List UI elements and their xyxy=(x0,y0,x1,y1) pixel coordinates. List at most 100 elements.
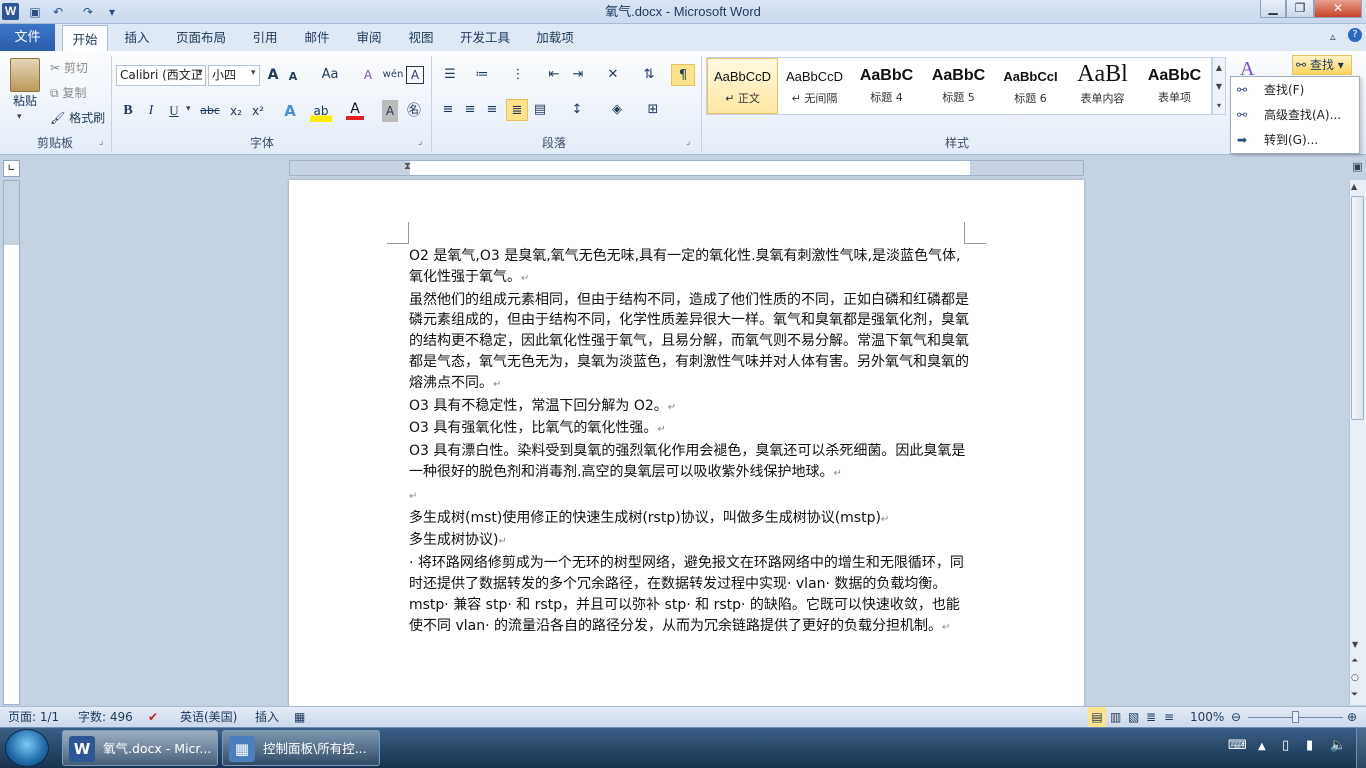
input-method-icon[interactable]: ⌨ xyxy=(1228,738,1247,753)
print-layout-icon[interactable]: ▤ xyxy=(1088,707,1106,728)
tab-view[interactable]: 视图 xyxy=(400,24,442,51)
change-case-button[interactable]: Aa xyxy=(318,64,342,86)
style-form-item[interactable]: AaBbC 表单项 xyxy=(1139,58,1210,114)
borders-button[interactable]: ⊞ xyxy=(640,99,666,121)
style-heading-6[interactable]: AaBbCcI 标题 6 xyxy=(995,58,1066,114)
tab-addins[interactable]: 加载项 xyxy=(528,24,582,51)
text-effects-button[interactable]: A xyxy=(280,100,300,122)
shading-button[interactable]: ◈ xyxy=(604,99,630,121)
bold-button[interactable]: B xyxy=(118,100,138,122)
paragraph-launcher-icon[interactable]: ⌟ xyxy=(686,137,690,147)
start-button-icon[interactable] xyxy=(5,729,49,767)
tab-review[interactable]: 审阅 xyxy=(348,24,390,51)
font-launcher-icon[interactable]: ⌟ xyxy=(418,137,422,147)
zoom-in-icon[interactable]: ⊕ xyxy=(1347,707,1357,728)
scroll-up-icon[interactable]: ▲ xyxy=(1351,182,1357,191)
format-painter-button[interactable]: 🖌 格式刷 xyxy=(50,109,110,127)
word-count[interactable]: 字数: 496 xyxy=(78,707,133,728)
next-page-icon[interactable]: ⏷ xyxy=(1351,690,1358,700)
paragraph[interactable]: O3 具有漂白性。染料受到臭氧的强烈氧化作用会褪色，臭氧还可以杀死细菌。因此臭氧… xyxy=(409,441,969,485)
paragraph[interactable]: O2 是氧气,O3 是臭氧,氧气无色无味,具有一定的氧化性.臭氧有刺激性气味,是… xyxy=(409,246,969,290)
align-left-button[interactable]: ≡ xyxy=(438,99,458,121)
help-icon[interactable]: ? xyxy=(1348,28,1362,42)
tab-page-layout[interactable]: 页面布局 xyxy=(168,24,234,51)
style-form-content[interactable]: AaBl 表单内容 xyxy=(1067,58,1138,114)
taskbar-item-word[interactable]: W 氧气.docx - Micr... xyxy=(62,730,218,766)
paragraph[interactable]: O3 具有不稳定性，常温下回分解为 O2。↵ xyxy=(409,396,969,419)
horizontal-ruler[interactable]: ⧗ xyxy=(289,160,1084,176)
menu-item-advanced-find[interactable]: ⚯ 高级查找(A)... xyxy=(1231,103,1359,128)
paragraph[interactable]: ↵ xyxy=(409,485,969,508)
paragraph[interactable]: 多生成树协议)↵ xyxy=(409,530,969,553)
taskbar-item-control-panel[interactable]: ▦ 控制面板\所有控... xyxy=(222,730,380,766)
volume-icon[interactable]: 🔈 xyxy=(1330,738,1346,753)
find-button[interactable]: ⚯ 查找 ▾ xyxy=(1292,55,1352,75)
pinyin-guide-button[interactable]: wén xyxy=(382,64,404,86)
web-layout-icon[interactable]: ▧ xyxy=(1128,707,1139,728)
chinese-layout-button[interactable]: ✕ xyxy=(600,64,626,86)
scrollbar-thumb[interactable] xyxy=(1351,196,1364,420)
tab-developer[interactable]: 开发工具 xyxy=(452,24,518,51)
justify-button[interactable]: ≣ xyxy=(506,99,528,121)
char-shading-button[interactable]: A xyxy=(382,100,398,122)
previous-page-icon[interactable]: ⏶ xyxy=(1351,656,1358,666)
paste-button[interactable]: 粘贴 xyxy=(6,90,44,112)
italic-button[interactable]: I xyxy=(141,100,161,122)
styles-scroll[interactable]: ▲ ▼ ▾ xyxy=(1212,57,1226,115)
clipboard-launcher-icon[interactable]: ⌟ xyxy=(99,137,103,147)
style-heading-5[interactable]: AaBbC 标题 5 xyxy=(923,58,994,114)
network-icon[interactable]: ▮ xyxy=(1306,738,1313,753)
file-tab[interactable]: 文件 xyxy=(0,24,55,51)
tab-selector-icon[interactable]: ∟ xyxy=(3,160,20,177)
minimize-button[interactable]: ▁ xyxy=(1260,0,1286,18)
zoom-out-icon[interactable]: ⊖ xyxy=(1231,707,1241,728)
sort-button[interactable]: ⇅ xyxy=(638,64,660,86)
indent-marker-icon[interactable]: ⧗ xyxy=(404,161,411,172)
language-indicator[interactable]: 英语(美国) xyxy=(180,707,237,728)
strikethrough-button[interactable]: abc xyxy=(198,100,222,122)
distributed-button[interactable]: ▤ xyxy=(530,99,550,121)
style-heading-4[interactable]: AaBbC 标题 4 xyxy=(851,58,922,114)
style-no-spacing[interactable]: AaBbCcD ↵ 无间隔 xyxy=(779,58,850,114)
tab-mailings[interactable]: 邮件 xyxy=(296,24,338,51)
align-center-button[interactable]: ≡ xyxy=(460,99,480,121)
tab-insert[interactable]: 插入 xyxy=(116,24,158,51)
subscript-button[interactable]: x₂ xyxy=(226,100,246,122)
maximize-button[interactable]: ❐ xyxy=(1286,0,1314,18)
font-color-button[interactable]: A xyxy=(346,100,364,120)
tab-references[interactable]: 引用 xyxy=(244,24,286,51)
align-right-button[interactable]: ≡ xyxy=(482,99,502,121)
style-normal[interactable]: AaBbCcD ↵ 正文 xyxy=(707,58,778,114)
underline-button[interactable]: U xyxy=(164,100,184,122)
zoom-slider-thumb[interactable] xyxy=(1292,711,1299,723)
close-button[interactable]: ✕ xyxy=(1314,0,1362,18)
bullets-button[interactable]: ☰ xyxy=(438,64,462,86)
outline-icon[interactable]: ≣ xyxy=(1146,707,1156,728)
clear-formatting-button[interactable]: A xyxy=(358,64,378,86)
browse-object-icon[interactable]: ○ xyxy=(1351,673,1359,683)
paragraph[interactable]: · 将环路网络修剪成为一个无环的树型网络，避免报文在环路网络中的增生和无限循环，… xyxy=(409,553,969,638)
zoom-level[interactable]: 100% xyxy=(1190,707,1224,728)
paragraph[interactable]: 多生成树(mst)使用修正的快速生成树(rstp)协议，叫做多生成树协议(mst… xyxy=(409,508,969,531)
font-name-dropdown-icon[interactable]: ▾ xyxy=(198,68,203,78)
scroll-down-icon[interactable]: ▼ xyxy=(1352,640,1358,649)
shrink-font-button[interactable]: A xyxy=(286,66,300,88)
vertical-ruler[interactable] xyxy=(3,180,20,705)
char-border-button[interactable]: A xyxy=(406,66,424,84)
paragraph[interactable]: 虽然他们的组成元素相同，但由于结构不同，造成了他们性质的不同，正如白磷和红磷都是… xyxy=(409,290,969,396)
draft-icon[interactable]: ≡ xyxy=(1164,707,1174,728)
grow-font-button[interactable]: A xyxy=(264,64,282,86)
underline-dropdown-icon[interactable]: ▾ xyxy=(186,104,191,114)
insert-mode[interactable]: 插入 xyxy=(255,707,279,728)
minimize-ribbon-icon[interactable]: ▵ xyxy=(1330,30,1336,43)
copy-button[interactable]: ⧉ 复制 xyxy=(50,84,110,102)
decrease-indent-button[interactable]: ⇤ xyxy=(544,64,564,86)
paste-dropdown-icon[interactable]: ▾ xyxy=(17,112,22,122)
view-ruler-icon[interactable]: ▣ xyxy=(1349,160,1366,180)
line-spacing-button[interactable]: ↕ xyxy=(564,99,590,121)
font-name-box[interactable]: Calibri (西文正 xyxy=(116,65,206,86)
page-indicator[interactable]: 页面: 1/1 xyxy=(8,707,59,728)
menu-item-goto[interactable]: ➡ 转到(G)... xyxy=(1231,128,1359,153)
full-screen-reading-icon[interactable]: ▥ xyxy=(1110,707,1121,728)
macro-recording-icon[interactable]: ▦ xyxy=(294,707,305,728)
